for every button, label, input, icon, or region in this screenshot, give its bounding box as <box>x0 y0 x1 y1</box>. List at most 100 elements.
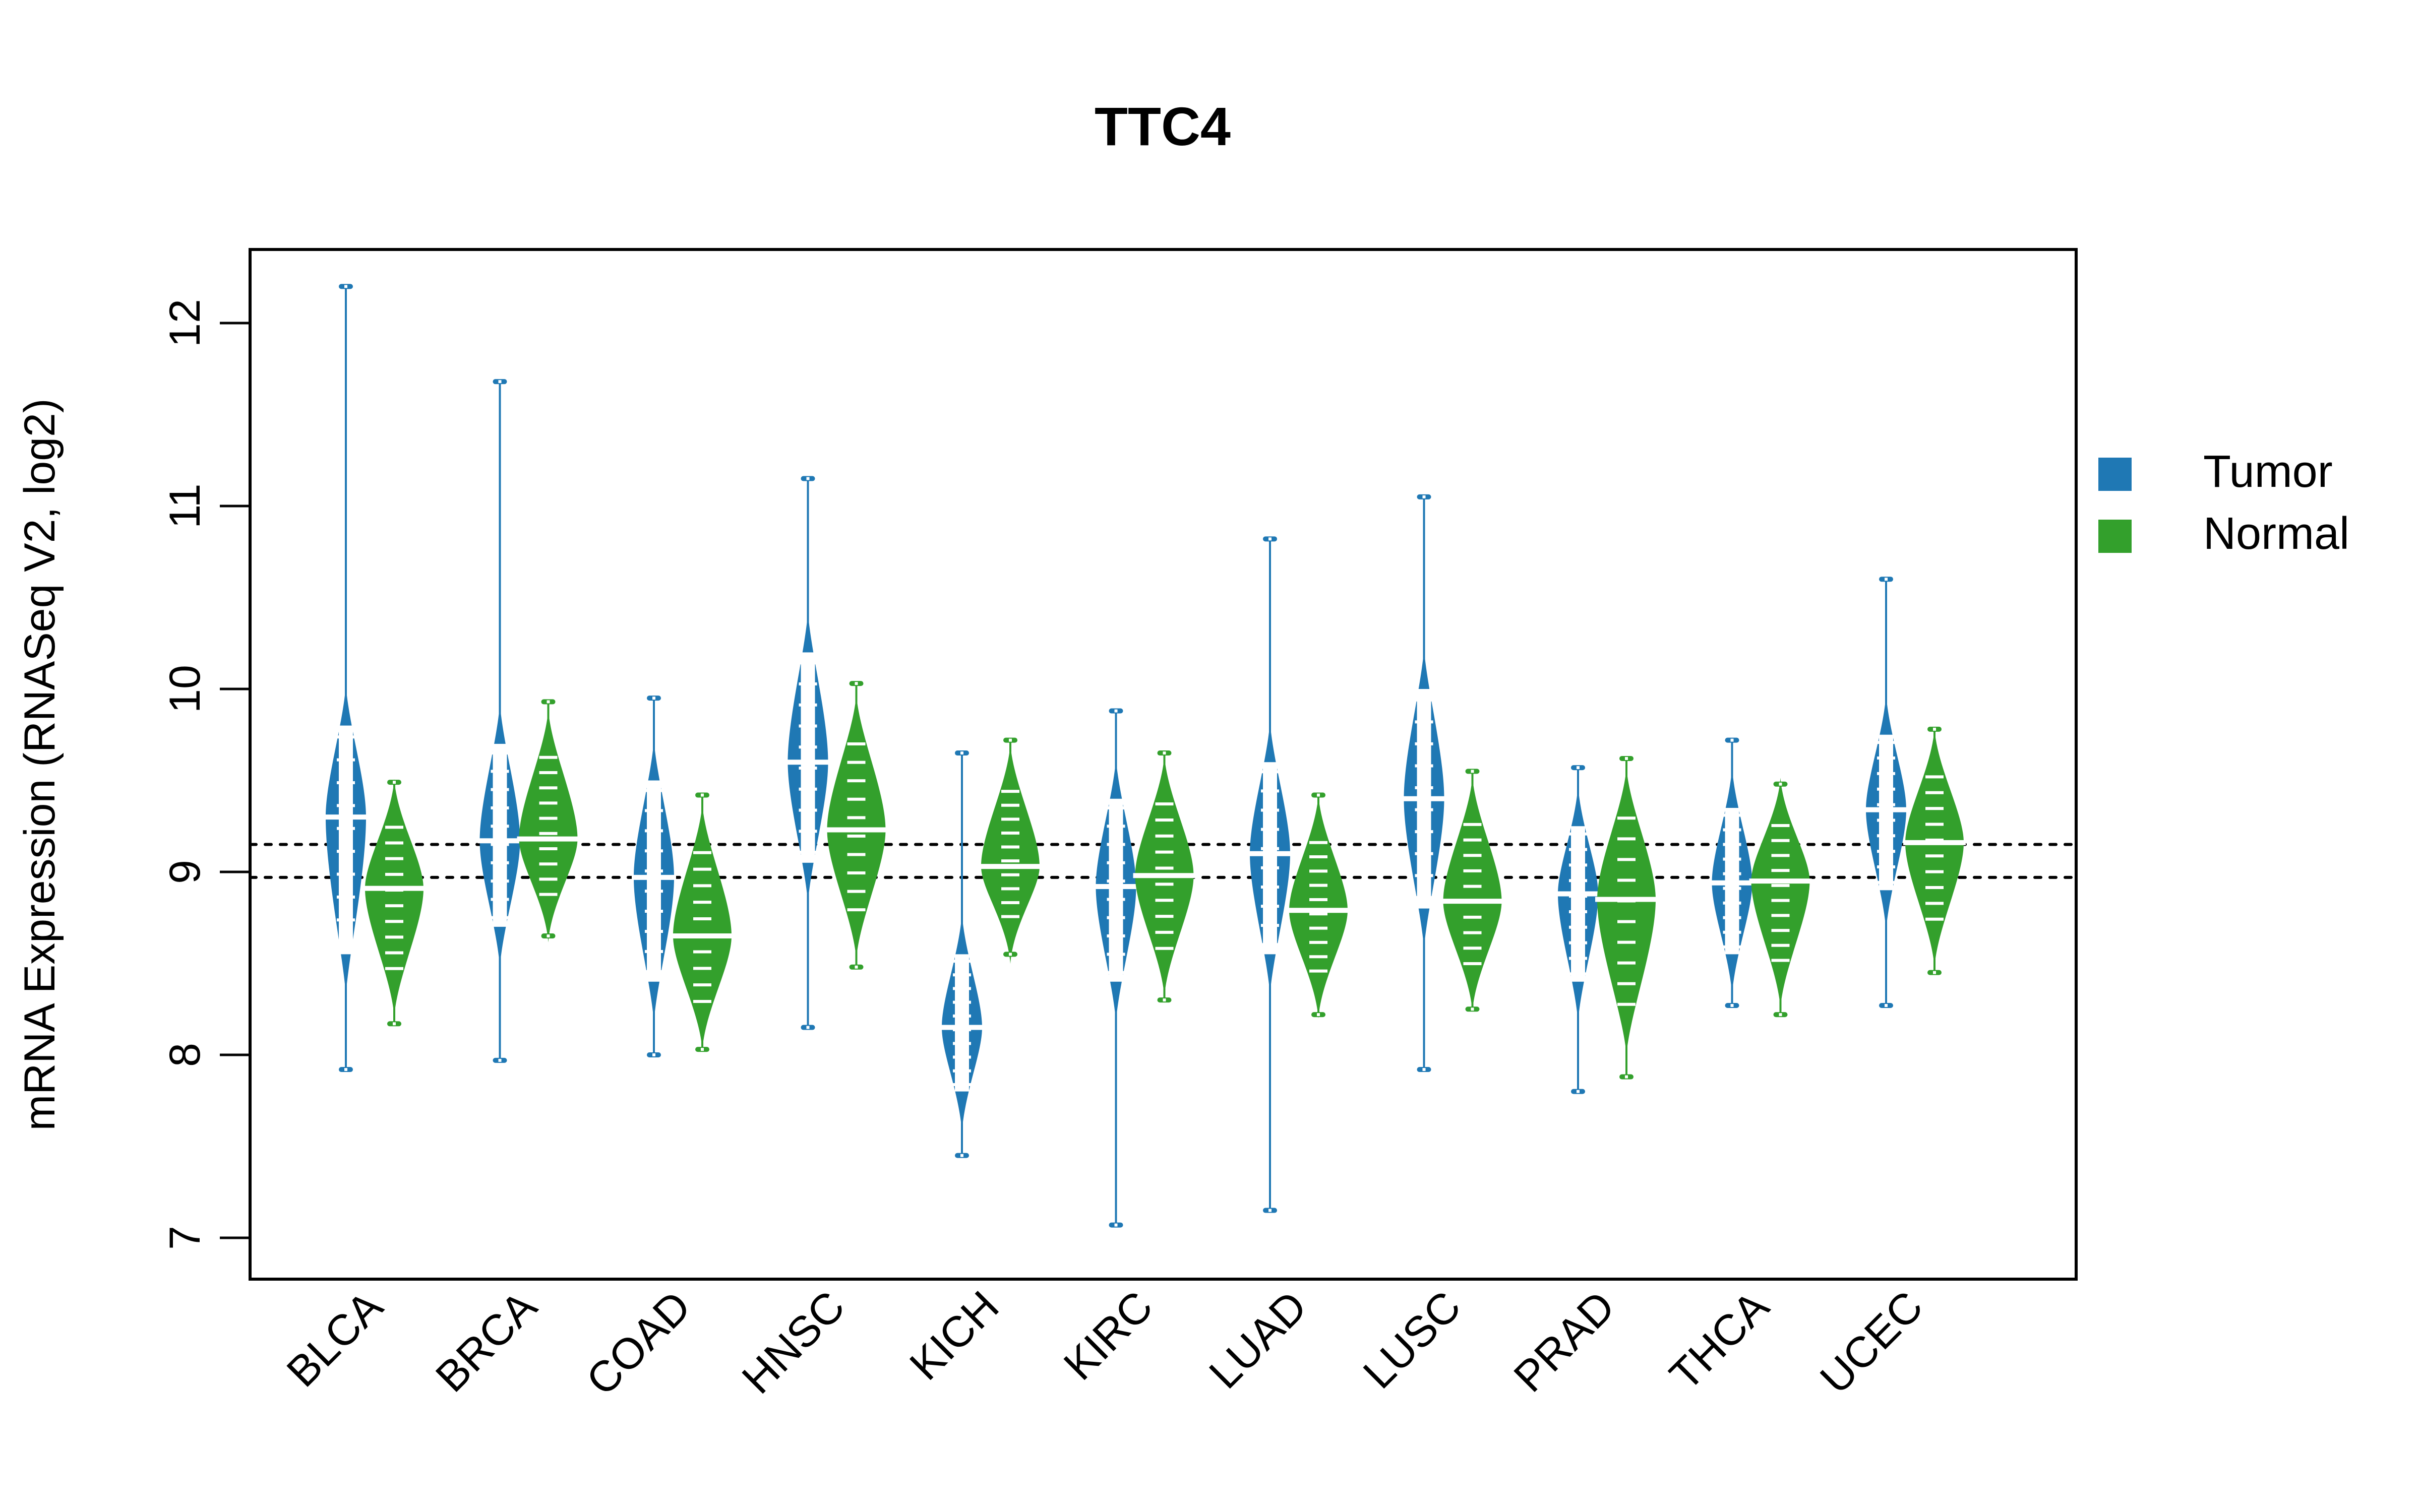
bean-tumor-kirc <box>1094 708 1138 1228</box>
bean-normal-luad <box>1287 792 1350 1019</box>
bean-extreme-point-center <box>1009 738 1012 742</box>
bean-extreme-point-center <box>1422 1068 1426 1072</box>
bean-extreme-point-center <box>498 1058 502 1062</box>
bean-normal-hnsc <box>825 681 888 970</box>
bean-extreme-point-center <box>701 1048 704 1051</box>
bean-extreme-point-center <box>855 682 858 685</box>
legend: Tumor Normal <box>2098 447 2349 559</box>
y-tick-label: 9 <box>161 860 209 884</box>
bean-extreme-point-center <box>393 781 396 784</box>
bean-extreme-point-center <box>652 1053 655 1056</box>
bean-tumor-thca <box>1710 737 1754 1008</box>
bean-extreme-point-center <box>547 934 550 938</box>
bean-density <box>1905 728 1964 968</box>
x-tick-label: THCA <box>1661 1282 1779 1400</box>
bean-density <box>519 709 578 942</box>
x-tick-label: COAD <box>577 1282 700 1405</box>
bean-extreme-point-center <box>1933 727 1936 731</box>
beanplot-chart: TTC4 7 8 9 10 11 12 mRNA Expression (RNASeq V… <box>16 96 2349 1405</box>
bean-extreme-point-center <box>1422 495 1426 498</box>
bean-extreme-point-center <box>855 965 858 969</box>
bean-extreme-point-center <box>701 793 704 797</box>
plot-frame <box>249 248 2078 1281</box>
bean-normal-brca <box>517 699 580 942</box>
bean-extreme-point-center <box>806 477 810 480</box>
y-axis-label: mRNA Expression (RNASeq V2, log2) <box>16 398 64 1130</box>
legend-swatch-normal <box>2098 520 2132 553</box>
bean-normal-blca <box>363 779 426 1027</box>
bean-extreme-point-center <box>1114 709 1118 713</box>
legend-label-tumor: Tumor <box>2203 447 2333 497</box>
bean-extreme-point-center <box>1317 793 1320 797</box>
bean-extreme-point-center <box>1471 770 1474 773</box>
bean-extreme-point-center <box>1317 1013 1320 1017</box>
bean-extreme-point-center <box>652 697 655 700</box>
bean-tumor-lusc <box>1402 494 1446 1073</box>
bean-extreme-point-center <box>547 700 550 704</box>
bean-tumor-blca <box>324 284 368 1073</box>
bean-extreme-point-center <box>1268 1209 1272 1212</box>
bean-extreme-point-center <box>960 1154 963 1157</box>
y-axis: 7 8 9 10 11 12 <box>161 299 250 1250</box>
bean-extreme-point-center <box>1885 578 1888 581</box>
x-tick-label: LUSC <box>1354 1282 1470 1398</box>
bean-extreme-point-center <box>1163 751 1166 755</box>
bean-normal-coad <box>671 792 734 1052</box>
x-tick-label: PRAD <box>1505 1282 1624 1402</box>
bean-normal-thca <box>1749 778 1812 1018</box>
x-tick-label: LUAD <box>1200 1282 1316 1398</box>
bean-density <box>1597 767 1656 1055</box>
x-tick-label: BRCA <box>427 1282 546 1401</box>
bean-tumor-kich <box>940 750 984 1158</box>
bean-tumor-ucec <box>1864 577 1908 1008</box>
bean-extreme-point-center <box>1577 1090 1580 1093</box>
bean-tumor-luad <box>1248 536 1292 1213</box>
legend-swatch-tumor <box>2098 458 2132 491</box>
bean-tumor-brca <box>477 379 522 1063</box>
bean-extreme-point-center <box>1163 998 1166 1002</box>
x-tick-label: KIRC <box>1055 1282 1162 1390</box>
bean-extreme-point-center <box>1009 953 1012 956</box>
bean-extreme-point-center <box>393 1022 396 1026</box>
plot-area <box>249 284 2078 1228</box>
bean-density <box>827 694 886 960</box>
y-tick-label: 11 <box>161 483 209 528</box>
bean-density <box>981 744 1040 964</box>
bean-density <box>1751 778 1810 1009</box>
bean-extreme-point-center <box>1114 1223 1118 1227</box>
y-tick-label: 10 <box>161 665 209 713</box>
x-tick-label: KICH <box>900 1282 1008 1390</box>
y-tick-label: 8 <box>161 1043 209 1067</box>
x-tick-label: UCEC <box>1811 1282 1932 1403</box>
bean-density <box>365 779 424 1017</box>
bean-density <box>1289 795 1348 1019</box>
bean-extreme-point-center <box>1730 1003 1734 1007</box>
bean-tumor-prad <box>1556 765 1600 1094</box>
bean-normal-ucec <box>1903 726 1966 975</box>
bean-normal-kich <box>979 737 1042 964</box>
bean-extreme-point-center <box>1471 1007 1474 1011</box>
bean-extreme-point-center <box>1625 1075 1628 1079</box>
bean-extreme-point-center <box>1577 766 1580 770</box>
x-tick-label: HNSC <box>733 1282 854 1403</box>
bean-extreme-point-center <box>344 285 347 288</box>
bean-extreme-point-center <box>960 751 963 755</box>
bean-tumor-coad <box>632 696 676 1057</box>
x-tick-label: BLCA <box>278 1282 392 1396</box>
x-axis: BLCA BRCA COAD HNSC KICH KIRC LUAD LUSC PRAD THCA… <box>278 1282 1932 1405</box>
y-tick-label: 7 <box>161 1226 209 1250</box>
bean-extreme-point-center <box>1625 757 1628 760</box>
bean-extreme-point-center <box>1268 537 1272 541</box>
bean-extreme-point-center <box>1730 738 1734 742</box>
bean-extreme-point-center <box>498 380 502 384</box>
y-tick-label: 12 <box>161 299 209 347</box>
bean-normal-prad <box>1595 755 1658 1080</box>
bean-density <box>673 804 732 1050</box>
bean-extreme-point-center <box>1885 1003 1888 1007</box>
bean-extreme-point-center <box>806 1026 810 1029</box>
bean-normal-kirc <box>1133 750 1196 1003</box>
bean-extreme-point-center <box>1933 971 1936 974</box>
bean-density <box>1443 776 1502 1012</box>
bean-extreme-point-center <box>1779 782 1782 786</box>
bean-extreme-point-center <box>1779 1013 1782 1017</box>
